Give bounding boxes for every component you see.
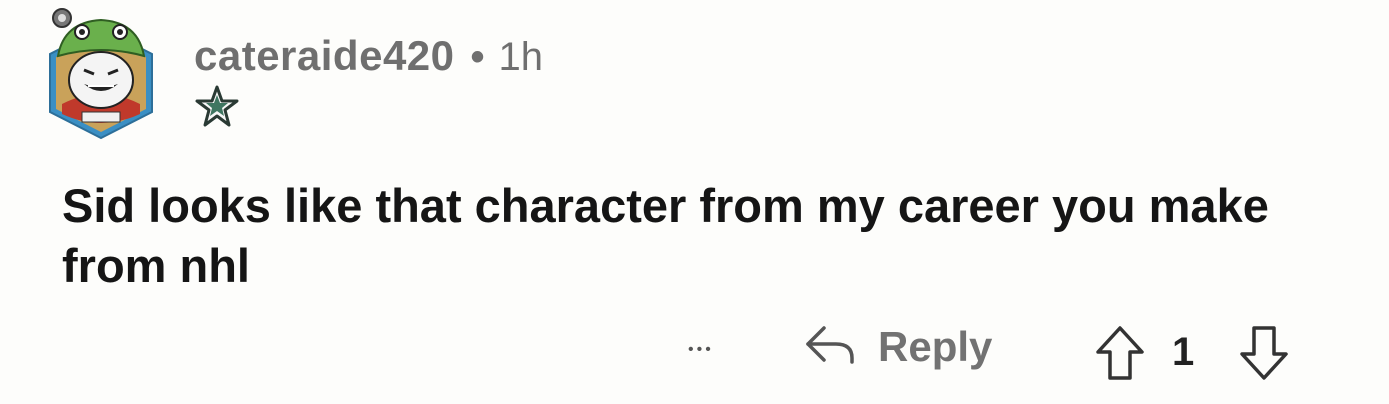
- more-options-button[interactable]: •••: [688, 341, 714, 359]
- reply-label: Reply: [878, 322, 993, 370]
- comment-card: cateraide420 • 1h Sid looks like that ch…: [0, 0, 1389, 404]
- team-star-logo-icon: [194, 84, 240, 130]
- upvote-arrow-icon[interactable]: [1094, 324, 1146, 382]
- reply-arrow-icon: [804, 322, 856, 371]
- separator-dot: •: [470, 35, 485, 79]
- timestamp[interactable]: 1h: [499, 35, 544, 80]
- downvote-arrow-icon[interactable]: [1238, 324, 1290, 382]
- comment-header: cateraide420 • 1h: [194, 32, 543, 80]
- comment-body: Sid looks like that character from my ca…: [62, 179, 1269, 292]
- user-avatar[interactable]: [40, 4, 162, 142]
- username-link[interactable]: cateraide420: [194, 32, 455, 80]
- vote-score: 1: [1172, 330, 1195, 374]
- reply-button[interactable]: Reply: [804, 322, 992, 371]
